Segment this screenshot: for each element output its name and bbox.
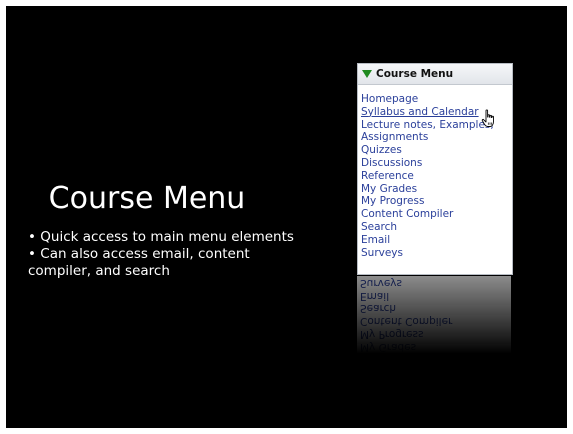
menu-item-reference: Reference <box>361 168 512 182</box>
reflection-item: My Grades <box>360 340 417 353</box>
menu-link-syllabus[interactable]: Syllabus and Calendar <box>361 106 479 118</box>
menu-item-surveys: Surveys <box>361 245 512 259</box>
menu-item-discussions: Discussions <box>361 155 512 169</box>
menu-item-search: Search <box>361 219 512 233</box>
slide-bullets: Quick access to main menu elements Can a… <box>28 229 298 280</box>
menu-item-content-compiler: Content Compiler <box>361 206 512 220</box>
menu-link-reference[interactable]: Reference <box>361 170 414 182</box>
menu-item-my-grades: My Grades <box>361 181 512 195</box>
reflection-item: Content Compiler <box>360 315 453 328</box>
course-menu-header[interactable]: Course Menu <box>358 64 512 85</box>
course-menu-header-label: Course Menu <box>376 68 454 80</box>
menu-reflection: Surveys Email Search Content Compiler My… <box>357 276 511 354</box>
menu-link-email[interactable]: Email <box>361 234 390 246</box>
bullet-item: Quick access to main menu elements <box>28 229 298 246</box>
bullet-item: Can also access email, content compiler,… <box>28 246 298 280</box>
hand-pointer-icon <box>481 109 494 127</box>
triangle-down-icon[interactable] <box>362 70 372 78</box>
course-menu-panel: Course Menu Homepage Syllabus and Calend… <box>357 63 513 275</box>
menu-link-surveys[interactable]: Surveys <box>361 247 403 259</box>
menu-item-homepage: Homepage <box>361 91 512 105</box>
reflection-item: Email <box>360 289 390 302</box>
menu-item-assignments: Assignments <box>361 129 512 143</box>
reflection-item: Search <box>360 302 397 315</box>
menu-item-my-progress: My Progress <box>361 193 512 207</box>
reflection-item: Surveys <box>360 276 402 289</box>
reflection-item: My Progress <box>360 327 424 340</box>
menu-item-email: Email <box>361 232 512 246</box>
menu-item-quizzes: Quizzes <box>361 142 512 156</box>
slide-title: Course Menu <box>48 181 246 216</box>
